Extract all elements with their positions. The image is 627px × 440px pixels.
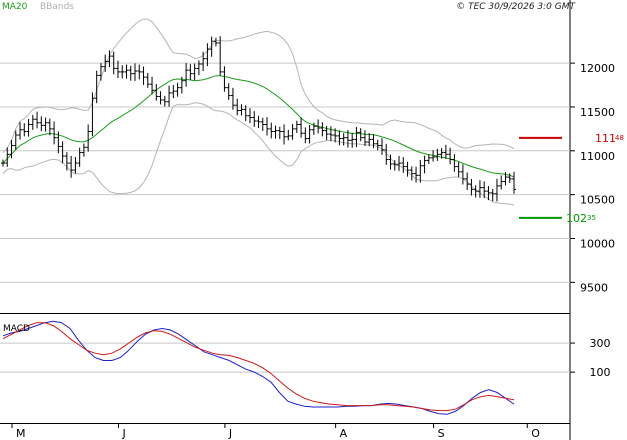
price-axis: 9500 10000 10500 11000 11500 12000 [570, 62, 615, 294]
macd-panel: 100 300 MACD [0, 320, 611, 415]
month-tick-label: M [16, 427, 26, 440]
frame [0, 0, 571, 440]
macd-grid [0, 342, 570, 373]
support-label: 102 [566, 212, 587, 225]
month-tick-label: O [531, 427, 540, 440]
price-tick-label: 12000 [580, 62, 615, 75]
macd-lines [2, 320, 515, 415]
resistance-decimals: 48 [615, 134, 624, 142]
price-levels: 111 48 102 35 [519, 132, 624, 225]
macd-tick-label: 300 [590, 337, 611, 350]
month-axis: MJJASO [11, 423, 540, 440]
price-bars [1, 36, 516, 202]
price-panel: 111 48 102 35 9500 10000 10500 11000 11500 12000 [0, 18, 624, 294]
support-decimals: 35 [587, 214, 596, 222]
stock-chart: 111 48 102 35 9500 10000 10500 11000 11500 12000… [0, 0, 624, 440]
price-tick-label: 10500 [580, 194, 615, 207]
month-tick-label: J [121, 427, 125, 440]
month-tick-label: J [228, 427, 232, 440]
month-tick-label: S [438, 427, 445, 440]
signal-line [2, 322, 515, 412]
legend-ma20: MA20 [2, 2, 28, 12]
macd-axis: 100 300 [570, 337, 611, 379]
bband-upper-line [2, 18, 515, 153]
bollinger-bands [2, 18, 515, 206]
price-tick-label: 11000 [580, 150, 615, 163]
price-tick-label: 11500 [580, 106, 615, 119]
price-tick-label: 9500 [580, 281, 608, 294]
macd-tick-label: 100 [590, 366, 611, 379]
macd-line [2, 320, 515, 415]
macd-title: MACD [3, 324, 30, 334]
copyright-text: © TEC 30/9/2026 3:0 GMT [456, 2, 576, 12]
month-tick-label: A [340, 427, 348, 440]
resistance-label: 111 [595, 132, 616, 145]
legend-bbands: BBands [40, 2, 74, 12]
price-tick-label: 10000 [580, 237, 615, 250]
